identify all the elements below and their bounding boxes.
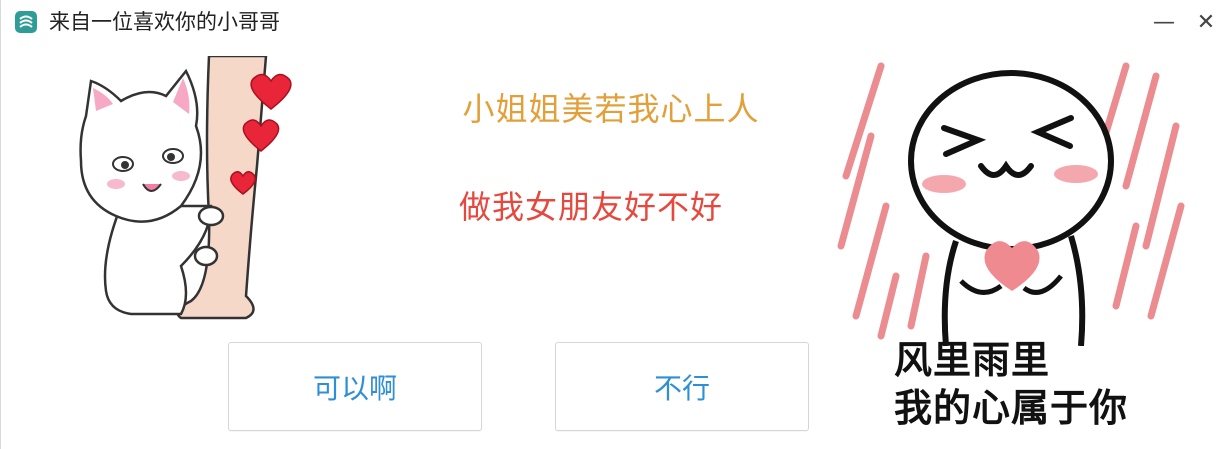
meme-caption-line-2: 我的心属于你	[894, 386, 1129, 430]
window-title: 来自一位喜欢你的小哥哥	[49, 10, 280, 34]
meme-caption-line-1: 风里雨里	[894, 338, 1051, 382]
message-line-2: 做我女朋友好不好	[458, 188, 723, 226]
yes-button[interactable]: 可以啊	[228, 342, 482, 431]
dialog-window: 来自一位喜欢你的小哥哥 — ✕ 小姐姐美若我心上人 做我女朋友好不好 可以啊 不…	[0, 0, 1228, 449]
meme-caption: 风里雨里 我的心属于你	[894, 336, 1128, 432]
app-icon	[15, 11, 37, 33]
title-bar[interactable]: 来自一位喜欢你的小哥哥 — ✕	[1, 0, 1228, 46]
heart-meme-illustration	[837, 62, 1185, 346]
minimize-icon[interactable]: —	[1149, 8, 1179, 38]
no-button[interactable]: 不行	[555, 342, 809, 431]
close-icon[interactable]: ✕	[1191, 8, 1221, 38]
